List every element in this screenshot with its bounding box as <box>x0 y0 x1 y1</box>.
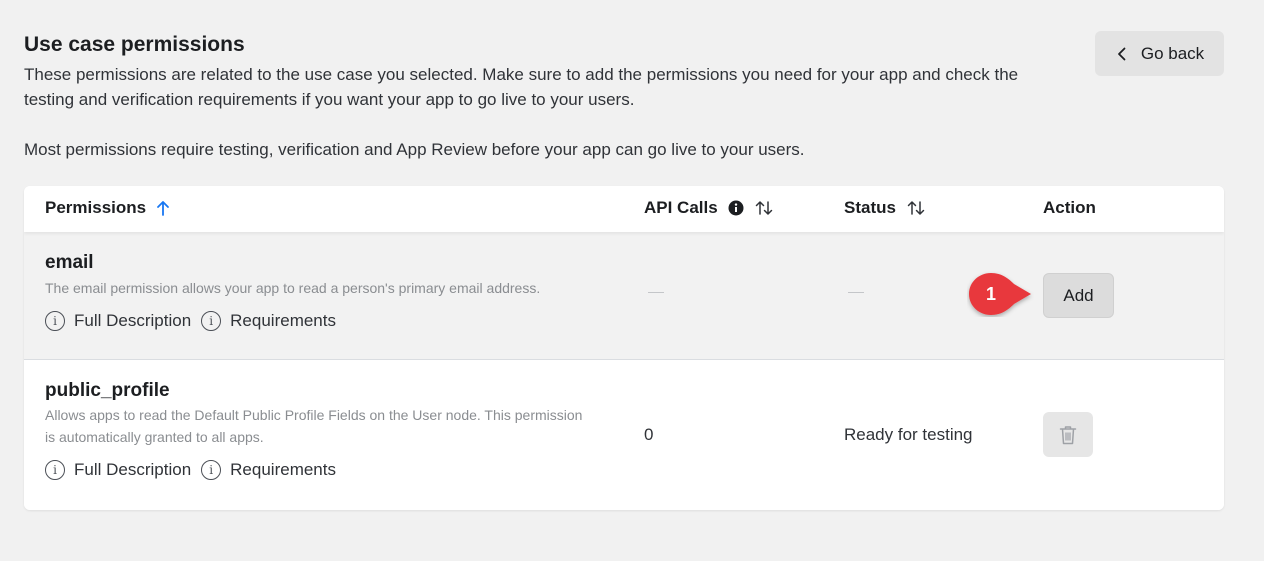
chevron-left-icon <box>1117 47 1126 60</box>
info-icon: i <box>45 460 65 480</box>
permission-links: i Full Description i Requirements <box>45 311 336 331</box>
requirements-label: Requirements <box>230 460 336 479</box>
column-permissions-label: Permissions <box>45 198 147 217</box>
api-calls-value: 0 <box>644 425 654 444</box>
status-empty <box>848 292 864 293</box>
callout-number: 1 <box>985 283 996 304</box>
column-status-label: Status <box>844 198 896 217</box>
table-header: Permissions API Calls Status Action <box>24 186 1224 232</box>
table-row: email The email permission allows your a… <box>24 232 1224 360</box>
sort-icon[interactable] <box>906 200 926 216</box>
info-icon: i <box>201 460 222 480</box>
permission-name: email <box>45 252 94 273</box>
page-title: Use case permissions <box>24 33 245 56</box>
column-api-calls[interactable]: API Calls <box>644 198 774 218</box>
table-row: public_profile Allows apps to read the D… <box>24 360 1224 510</box>
column-status[interactable]: Status <box>844 198 926 218</box>
info-filled-icon[interactable] <box>728 200 744 216</box>
permission-description: Allows apps to read the Default Public P… <box>45 407 583 445</box>
column-permissions[interactable]: Permissions <box>45 198 170 218</box>
permission-description: The email permission allows your app to … <box>45 280 541 296</box>
add-label: Add <box>1063 285 1094 305</box>
add-permission-button[interactable]: Add <box>1043 273 1114 318</box>
permission-links: i Full Description i Requirements <box>45 460 336 480</box>
info-icon: i <box>45 311 65 331</box>
status-value: Ready for testing <box>844 425 973 444</box>
permissions-table: Permissions API Calls Status Action emai… <box>24 186 1224 510</box>
sort-ascending-icon[interactable] <box>156 200 170 216</box>
requirements-link[interactable]: i Requirements <box>201 311 336 331</box>
api-calls-empty <box>648 292 664 293</box>
full-description-link[interactable]: i Full Description <box>45 311 191 331</box>
requirements-link[interactable]: i Requirements <box>201 460 336 480</box>
trash-icon <box>1059 425 1077 444</box>
column-action: Action <box>1043 198 1096 218</box>
column-api-calls-label: API Calls <box>644 198 718 217</box>
step-callout: 1 <box>967 271 1035 317</box>
sort-icon[interactable] <box>754 200 774 216</box>
remove-permission-button[interactable] <box>1043 412 1093 457</box>
go-back-button[interactable]: Go back <box>1095 31 1224 76</box>
full-description-label: Full Description <box>74 311 192 330</box>
full-description-link[interactable]: i Full Description <box>45 460 191 480</box>
full-description-label: Full Description <box>74 460 192 479</box>
page-description: These permissions are related to the use… <box>24 65 1019 109</box>
requirements-label: Requirements <box>230 311 336 330</box>
permission-name: public_profile <box>45 380 170 401</box>
use-case-permissions-page: Use case permissions These permissions a… <box>0 0 1264 561</box>
column-action-label: Action <box>1043 198 1096 217</box>
go-back-label: Go back <box>1140 43 1205 63</box>
review-note: Most permissions require testing, verifi… <box>24 140 805 159</box>
info-icon: i <box>201 311 222 331</box>
